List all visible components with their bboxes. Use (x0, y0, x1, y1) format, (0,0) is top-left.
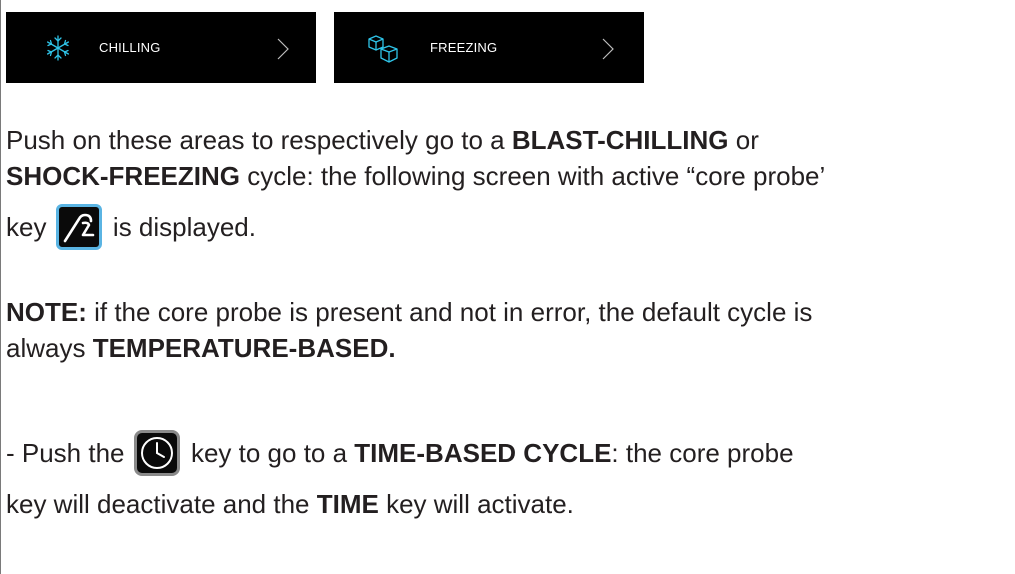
text: : the core probe (611, 438, 794, 468)
clock-key-icon (133, 430, 180, 477)
blast-chilling-term: BLAST-CHILLING (511, 125, 729, 155)
text: is displayed. (105, 212, 256, 242)
text-line: always TEMPERATURE-BASED. (6, 330, 812, 366)
text: always (6, 333, 93, 363)
chilling-tile[interactable]: CHILLING (6, 12, 316, 83)
text: or (728, 125, 759, 155)
snowflake-icon (44, 34, 72, 67)
text: key will activate. (378, 489, 574, 519)
text-line: key will deactivate and the TIME key wil… (6, 486, 794, 522)
time-based-cycle-term: TIME-BASED CYCLE (354, 438, 612, 468)
text: key (6, 212, 54, 242)
text: key to go to a (183, 438, 355, 468)
temperature-based-term: TEMPERATURE-BASED. (92, 333, 396, 363)
time-term: TIME (316, 489, 379, 519)
instruction-paragraph: Push on these areas to respectively go t… (6, 122, 825, 260)
chevron-right-icon (277, 38, 289, 65)
note-label: NOTE: (6, 297, 87, 327)
text: if the core probe is present and not in … (86, 297, 813, 327)
text-line: - Push the key to go to a TIME-BASED CYC… (6, 420, 794, 486)
text: - Push the (6, 438, 132, 468)
text: Push on these areas to respectively go t… (6, 125, 512, 155)
note-paragraph: NOTE: if the core probe is present and n… (6, 294, 812, 366)
text-line: key is displayed. (6, 194, 825, 260)
time-cycle-paragraph: - Push the key to go to a TIME-BASED CYC… (6, 420, 794, 522)
page-left-rule (0, 0, 1, 574)
text-line: NOTE: if the core probe is present and n… (6, 294, 812, 330)
text-line: SHOCK-FREEZING cycle: the following scre… (6, 158, 825, 194)
text-line: Push on these areas to respectively go t… (6, 122, 825, 158)
core-probe-key-icon (55, 204, 102, 251)
shock-freezing-term: SHOCK-FREEZING (6, 161, 240, 191)
chevron-right-icon (602, 38, 614, 65)
text: cycle: the following screen with active … (240, 161, 826, 191)
ice-cubes-icon (367, 34, 401, 69)
freezing-label: FREEZING (430, 40, 498, 55)
freezing-tile[interactable]: FREEZING (334, 12, 644, 83)
chilling-label: CHILLING (99, 40, 161, 55)
text: key will deactivate and the (6, 489, 317, 519)
